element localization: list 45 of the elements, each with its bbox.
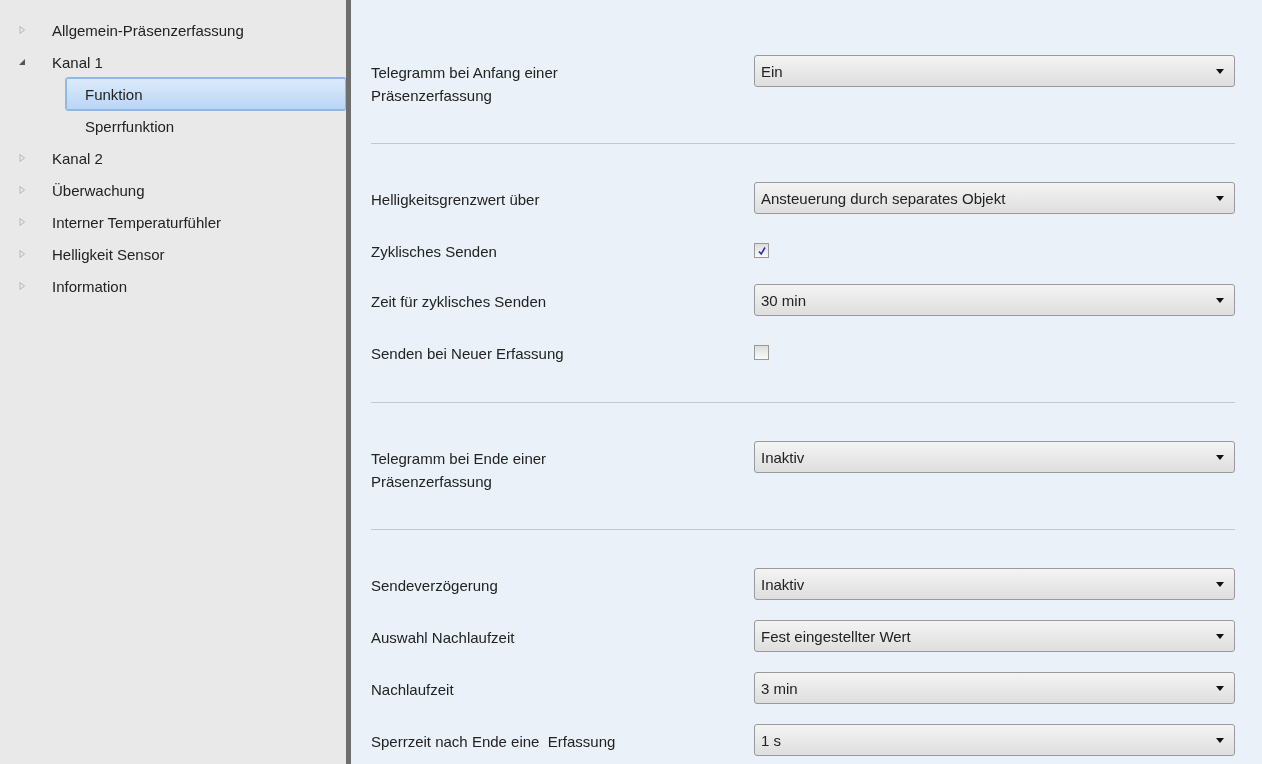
dropdown[interactable]: Inaktiv <box>754 441 1235 473</box>
parameter-label: Telegramm bei Anfang einer Präsenzerfassung <box>371 63 559 106</box>
tree-item[interactable]: Kanal 2 <box>0 142 346 174</box>
tree-item[interactable]: Sperrfunktion <box>66 110 346 142</box>
caret-icon <box>1216 297 1224 303</box>
caret-icon <box>1216 454 1224 460</box>
caret-icon <box>1216 581 1224 587</box>
parameter-label: Helligkeitsgrenzwert über <box>371 190 541 210</box>
parameter-label: Zeit für zyklisches Senden <box>371 292 548 312</box>
tree-item[interactable]: Interner Temperaturfühler <box>0 206 346 238</box>
check-icon <box>756 245 767 256</box>
caret-icon <box>1216 68 1224 74</box>
dropdown[interactable]: Inaktiv <box>754 568 1235 600</box>
dropdown[interactable]: 30 min <box>754 284 1235 316</box>
caret-icon <box>1216 737 1224 743</box>
collapsed-triangle-icon[interactable] <box>18 154 26 162</box>
dropdown[interactable]: 1 s <box>754 724 1235 756</box>
tree-item[interactable]: Kanal 1 <box>0 46 346 78</box>
collapsed-triangle-icon[interactable] <box>18 218 26 226</box>
collapsed-triangle-icon[interactable] <box>18 250 26 258</box>
expanded-triangle-icon[interactable] <box>18 58 26 66</box>
caret-icon <box>1216 685 1224 691</box>
collapsed-triangle-icon[interactable] <box>18 186 26 194</box>
parameter-label: Sendeverzögerung <box>371 576 499 596</box>
caret-icon <box>1216 195 1224 201</box>
tree-item[interactable]: Überwachung <box>0 174 346 206</box>
checkbox[interactable] <box>754 345 769 360</box>
parameter-label: Sperrzeit nach Ende eine Erfassung <box>371 732 617 752</box>
parameter-label: Auswahl Nachlaufzeit <box>371 628 516 648</box>
dropdown[interactable]: Fest eingestellter Wert <box>754 620 1235 652</box>
checkbox[interactable] <box>754 243 769 258</box>
tree-item[interactable]: Helligkeit Sensor <box>0 238 346 270</box>
collapsed-triangle-icon[interactable] <box>18 282 26 290</box>
dropdown[interactable]: Ein <box>754 55 1235 87</box>
dropdown[interactable]: Ansteuerung durch separates Objekt <box>754 182 1235 214</box>
parameter-label: Nachlaufzeit <box>371 680 455 700</box>
collapsed-triangle-icon[interactable] <box>18 26 26 34</box>
tree-item[interactable]: Information <box>0 270 346 302</box>
dropdown[interactable]: 3 min <box>754 672 1235 704</box>
parameter-label: Zyklisches Senden <box>371 242 498 262</box>
parameter-label: Telegramm bei Ende einer Präsenzerfassung <box>371 449 548 492</box>
parameter-label: Senden bei Neuer Erfassung <box>371 344 565 364</box>
tree-item[interactable]: Allgemein-Präsenzerfassung <box>0 14 346 46</box>
caret-icon <box>1216 633 1224 639</box>
tree-item[interactable]: Funktion <box>66 78 346 110</box>
